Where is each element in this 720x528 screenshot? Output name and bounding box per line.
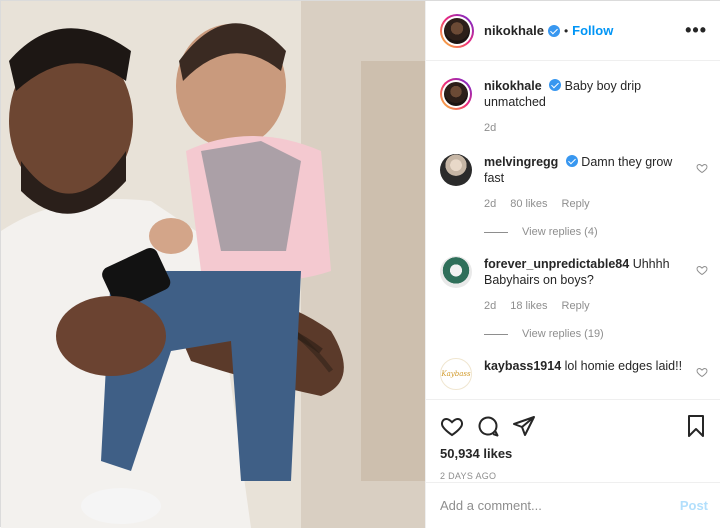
view-replies-button[interactable]: View replies (19): [484, 328, 708, 340]
comment-row: Kaybass kaybass1914 lol homie edges laid…: [440, 358, 708, 390]
heart-icon[interactable]: [696, 264, 708, 276]
post-time: 2 DAYS AGO: [440, 471, 497, 481]
post-modal: nikokhale • Follow ••• nikokhale Baby bo…: [0, 0, 720, 528]
photo-illustration: [1, 1, 425, 528]
action-icons: [440, 408, 708, 444]
replies-line: [484, 231, 508, 233]
comment-username[interactable]: melvingregg: [484, 155, 558, 169]
caption-avatar[interactable]: [440, 78, 472, 110]
follow-button[interactable]: Follow: [572, 23, 613, 38]
post-header: nikokhale • Follow •••: [426, 1, 720, 61]
post-button[interactable]: Post: [680, 498, 708, 513]
comment-text: lol homie edges laid!!: [564, 359, 683, 373]
heart-icon[interactable]: [440, 414, 464, 438]
caption-body: nikokhale Baby boy drip unmatched 2d: [484, 78, 708, 136]
verified-badge-icon: [549, 79, 562, 91]
view-replies-button[interactable]: View replies (4): [484, 226, 708, 238]
comment-body: kaybass1914 lol homie edges laid!!: [484, 358, 708, 390]
like-count[interactable]: 50,934 likes: [440, 446, 708, 461]
post-photo[interactable]: [1, 1, 425, 528]
author-username[interactable]: nikokhale: [484, 23, 544, 38]
reply-button[interactable]: Reply: [562, 196, 590, 212]
comment-avatar[interactable]: [440, 256, 472, 288]
comment-meta: 2d 80 likes Reply: [484, 196, 690, 212]
comment-time: 2d: [484, 198, 497, 210]
comment-time: 2d: [484, 300, 497, 312]
comment-body: forever_unpredictable84 Uhhhh Babyhairs …: [484, 256, 708, 314]
comment-likes[interactable]: 80 likes: [510, 196, 547, 212]
comment-avatar[interactable]: [440, 154, 472, 186]
caption-username[interactable]: nikokhale: [484, 79, 542, 93]
post-sidebar: nikokhale • Follow ••• nikokhale Baby bo…: [425, 1, 720, 528]
comment-username[interactable]: kaybass1914: [484, 359, 561, 373]
verified-badge-icon: [547, 24, 560, 37]
comment-username[interactable]: forever_unpredictable84: [484, 257, 629, 271]
comment-icon[interactable]: [476, 414, 500, 438]
post-actions: 50,934 likes 2 DAYS AGO: [426, 399, 720, 481]
heart-icon[interactable]: [696, 366, 708, 378]
share-icon[interactable]: [512, 414, 536, 438]
comment-composer: Post: [426, 482, 720, 528]
author-avatar[interactable]: [440, 13, 474, 48]
comment-meta: 2d 18 likes Reply: [484, 298, 690, 314]
caption-row: nikokhale Baby boy drip unmatched 2d: [440, 78, 708, 136]
replies-line: [484, 333, 508, 335]
comments-list[interactable]: nikokhale Baby boy drip unmatched 2d mel…: [426, 62, 720, 399]
view-replies-label: View replies (19): [522, 328, 604, 340]
comment-input[interactable]: [440, 498, 680, 513]
more-icon[interactable]: •••: [685, 20, 707, 41]
comment-body: melvingregg Damn they grow fast 2d 80 li…: [484, 154, 708, 212]
separator-dot: •: [563, 23, 569, 38]
caption-meta: 2d: [484, 120, 690, 136]
bookmark-icon[interactable]: [684, 414, 708, 438]
avatar-logo-text: Kaybass: [441, 370, 471, 378]
verified-badge-icon: [565, 155, 578, 167]
caption-time: 2d: [484, 122, 497, 134]
comment-likes[interactable]: 18 likes: [510, 298, 547, 314]
heart-icon[interactable]: [696, 162, 708, 174]
view-replies-label: View replies (4): [522, 226, 598, 238]
comment-row: melvingregg Damn they grow fast 2d 80 li…: [440, 154, 708, 212]
comment-row: forever_unpredictable84 Uhhhh Babyhairs …: [440, 256, 708, 314]
reply-button[interactable]: Reply: [562, 298, 590, 314]
comment-avatar[interactable]: Kaybass: [440, 358, 472, 390]
